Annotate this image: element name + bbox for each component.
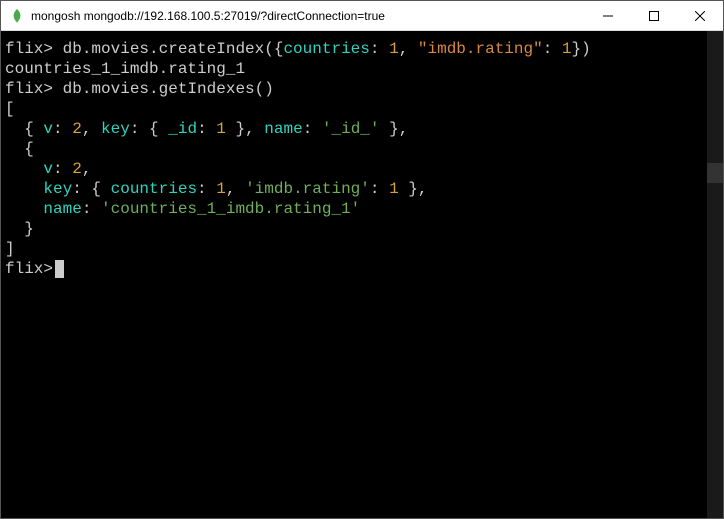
maximize-button[interactable] xyxy=(631,1,677,30)
terminal-line: flix> db.movies.createIndex({countries: … xyxy=(5,39,719,59)
terminal-line: } xyxy=(5,219,719,239)
terminal-line: v: 2, xyxy=(5,159,719,179)
close-button[interactable] xyxy=(677,1,723,30)
prompt: flix> xyxy=(5,80,53,98)
terminal-line: name: 'countries_1_imdb.rating_1' xyxy=(5,199,719,219)
window-titlebar: mongosh mongodb://192.168.100.5:27019/?d… xyxy=(1,1,723,31)
prompt: flix> xyxy=(5,260,53,278)
scrollbar-thumb[interactable] xyxy=(707,163,723,183)
terminal-line: key: { countries: 1, 'imdb.rating': 1 }, xyxy=(5,179,719,199)
mongodb-leaf-icon xyxy=(9,8,25,24)
terminal-line: flix> xyxy=(5,259,719,279)
terminal-line: flix> db.movies.getIndexes() xyxy=(5,79,719,99)
scrollbar-track[interactable] xyxy=(707,31,723,518)
terminal-line: [ xyxy=(5,99,719,119)
cursor xyxy=(55,260,64,278)
terminal-line: countries_1_imdb.rating_1 xyxy=(5,59,719,79)
window-title: mongosh mongodb://192.168.100.5:27019/?d… xyxy=(31,9,585,23)
window-controls xyxy=(585,1,723,30)
terminal-line: { v: 2, key: { _id: 1 }, name: '_id_' }, xyxy=(5,119,719,139)
prompt: flix> xyxy=(5,40,53,58)
terminal-line: { xyxy=(5,139,719,159)
terminal-line: ] xyxy=(5,239,719,259)
minimize-button[interactable] xyxy=(585,1,631,30)
terminal-area[interactable]: flix> db.movies.createIndex({countries: … xyxy=(1,31,723,518)
